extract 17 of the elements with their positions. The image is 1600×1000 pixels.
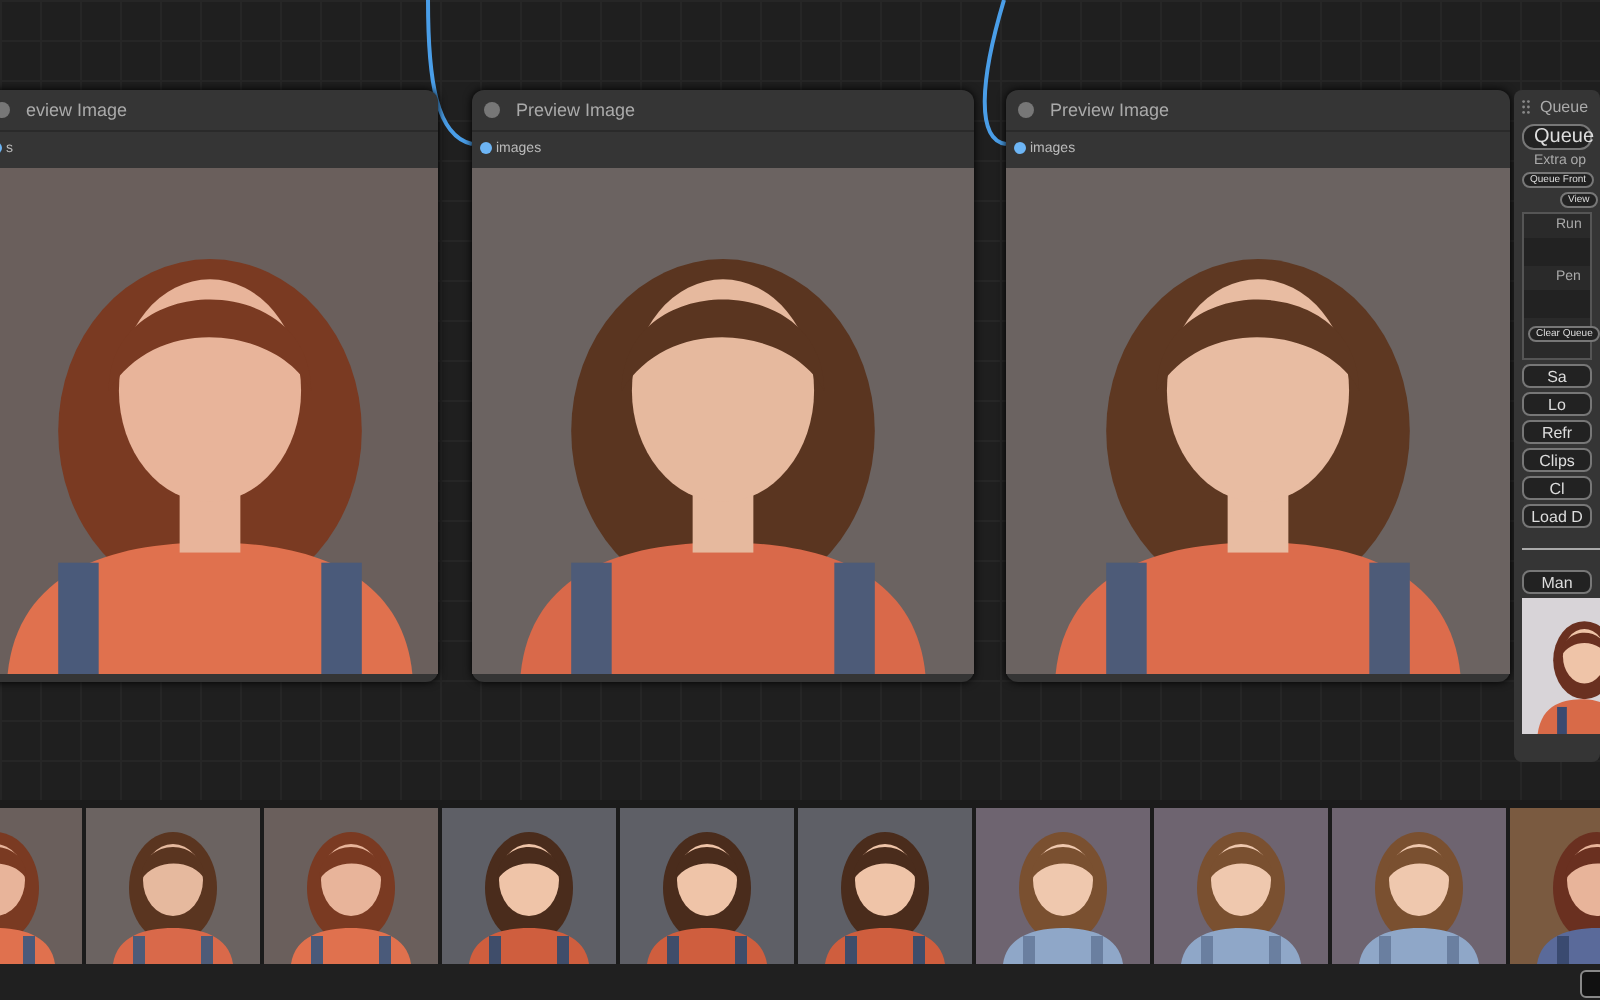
input-slot-icon[interactable] [480, 142, 492, 154]
manager-button[interactable]: Man [1522, 570, 1592, 594]
node-title: Preview Image [1050, 100, 1170, 120]
panel-button[interactable]: Clips [1522, 448, 1592, 472]
drag-handle-icon[interactable] [1522, 100, 1530, 114]
panel-button[interactable]: Refr [1522, 420, 1592, 444]
panel-button[interactable]: Cl [1522, 476, 1592, 500]
collapse-dot-icon[interactable] [484, 102, 500, 118]
node-title: Preview Image [516, 100, 636, 120]
panel-button[interactable]: Load D [1522, 504, 1592, 528]
node-title: eview Image [26, 100, 128, 120]
panel-button[interactable]: Sa [1522, 364, 1592, 388]
input-slot-icon[interactable] [1014, 142, 1026, 154]
panel-title: Queue [1540, 98, 1589, 116]
queue-button[interactable]: Queue [1522, 124, 1592, 150]
panel-button[interactable]: Lo [1522, 392, 1592, 416]
collapse-dot-icon[interactable] [1018, 102, 1034, 118]
